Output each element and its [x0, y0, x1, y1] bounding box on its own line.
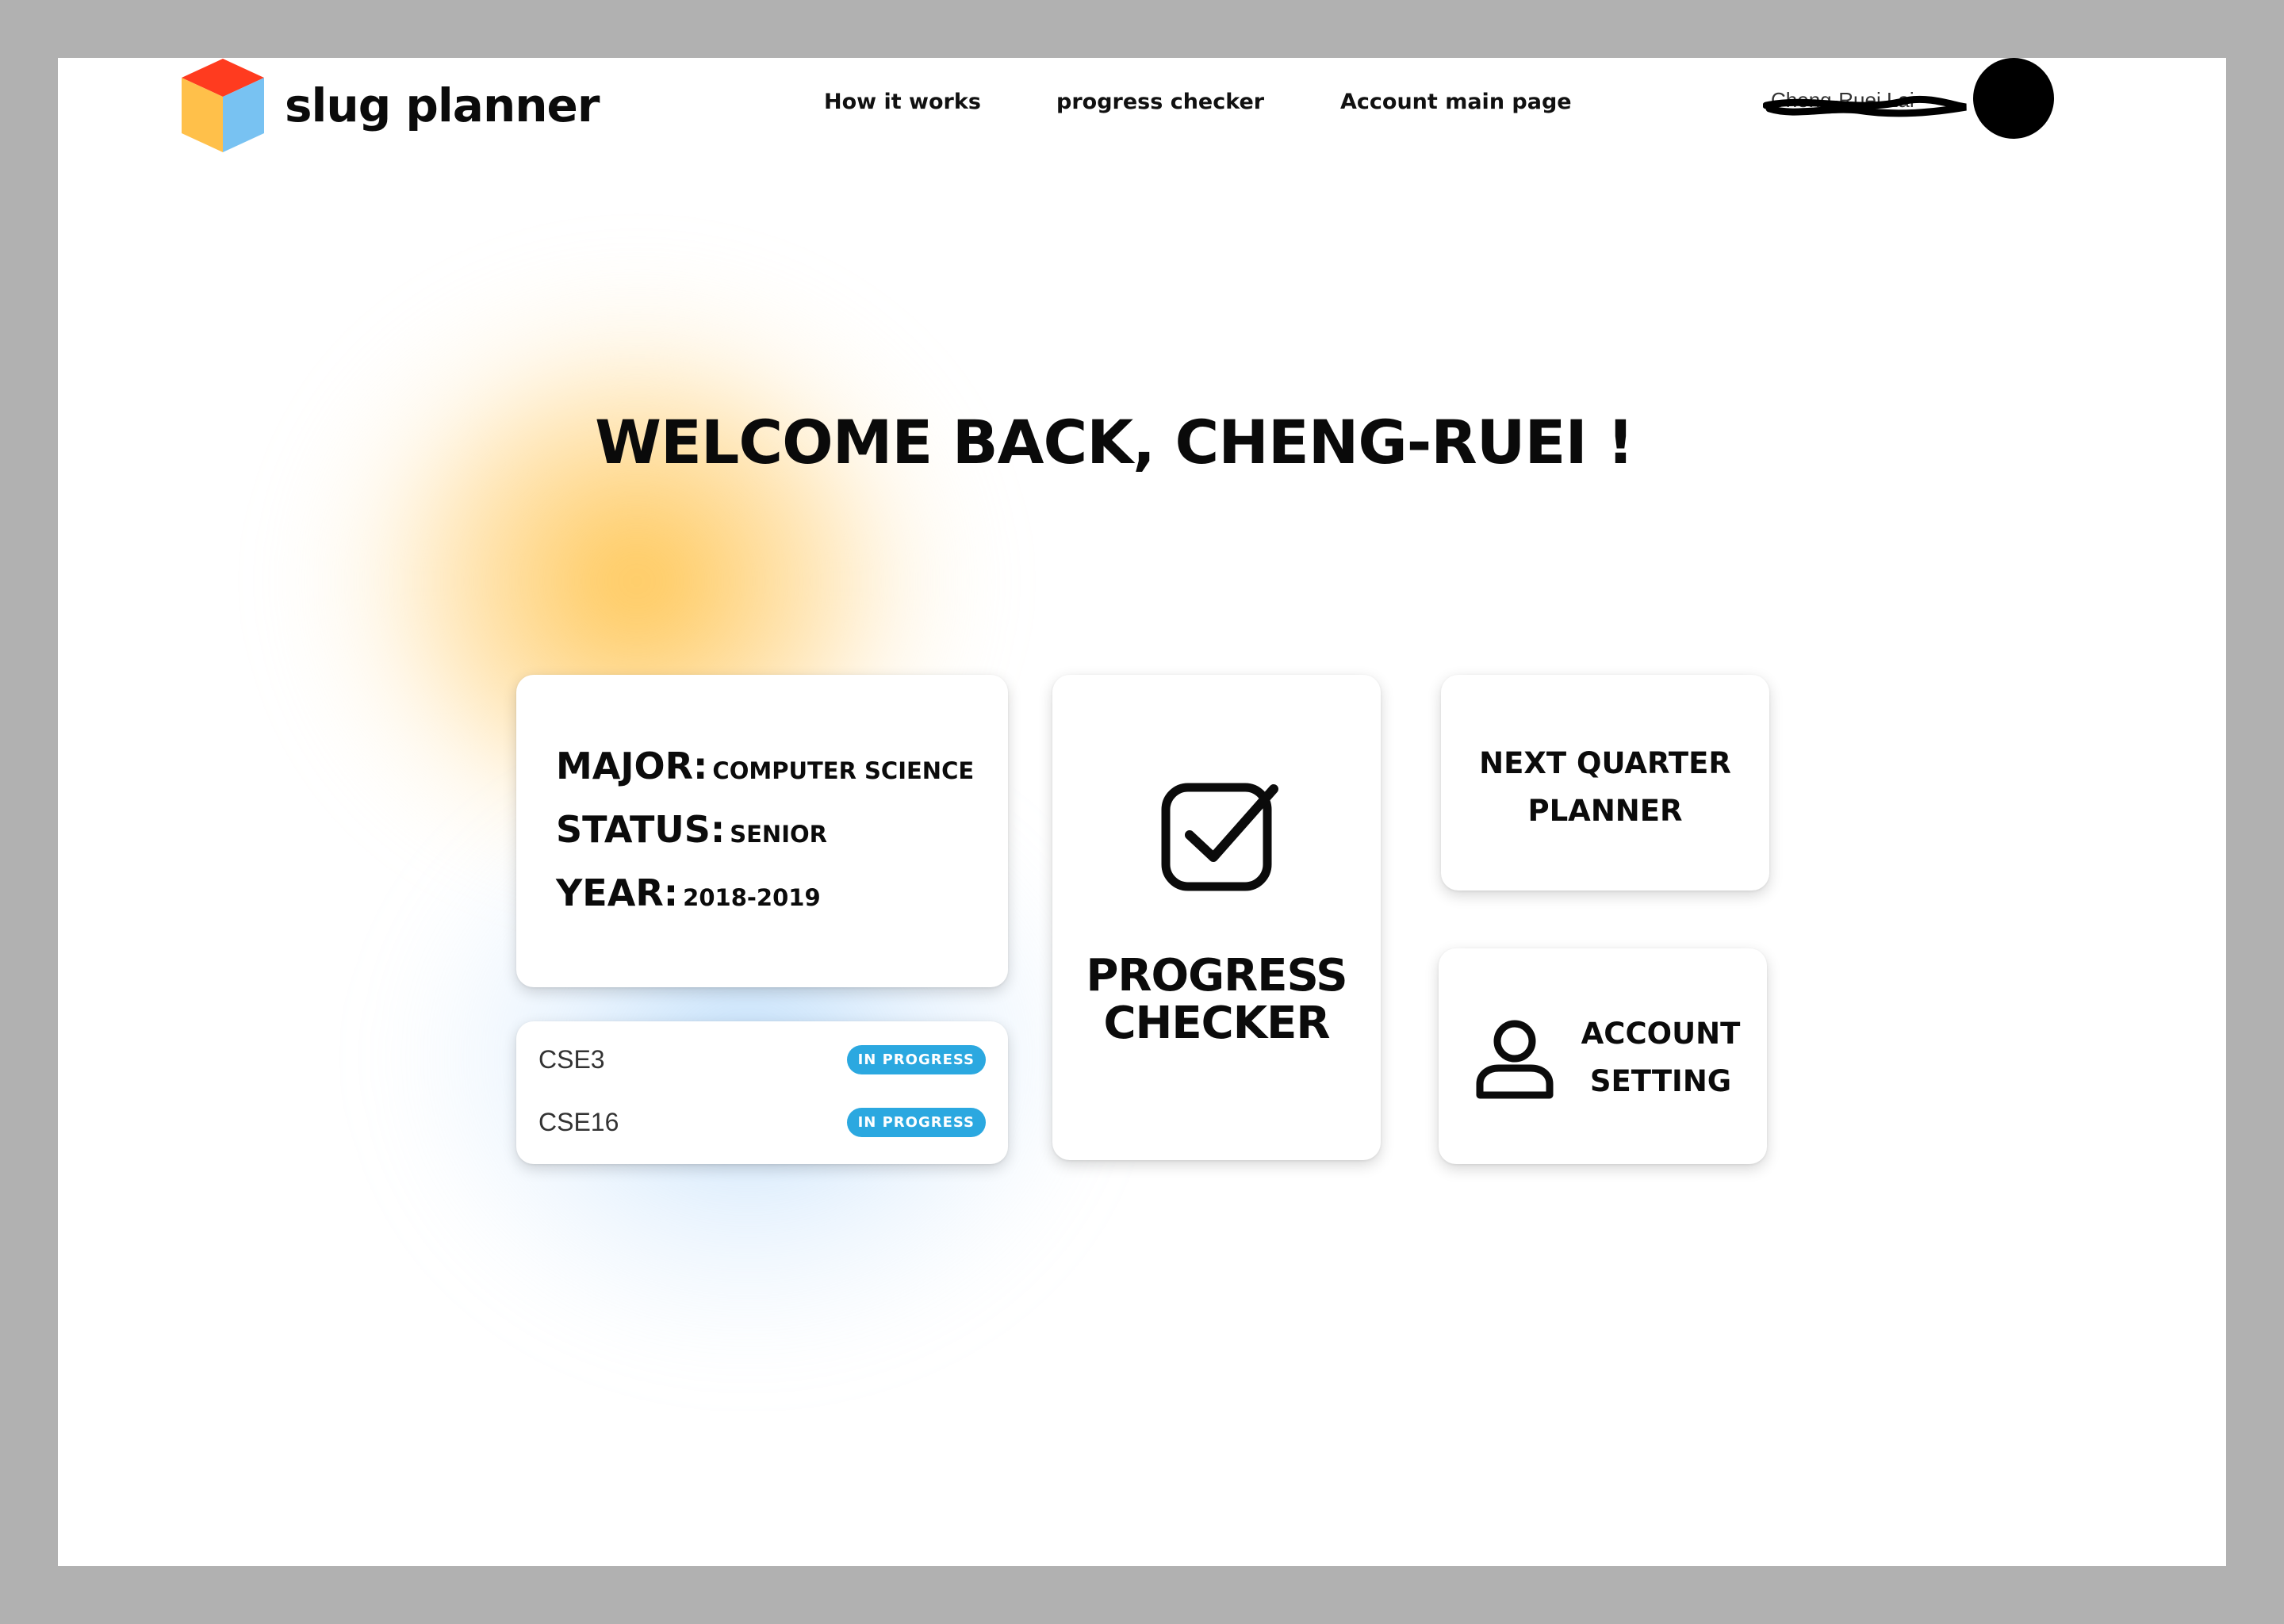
nav-how-it-works[interactable]: How it works: [824, 90, 981, 114]
avatar[interactable]: [1973, 58, 2054, 139]
major-value: COMPUTER SCIENCE: [712, 757, 975, 784]
course-name: CSE16: [538, 1107, 619, 1136]
list-item[interactable]: CSE3 IN PROGRESS: [538, 1044, 986, 1075]
status-label: STATUS:: [556, 808, 726, 851]
major-row: MAJOR: COMPUTER SCIENCE: [556, 745, 974, 787]
progress-label-line2: CHECKER: [1103, 998, 1330, 1049]
progress-checker-tile[interactable]: PROGRESS CHECKER: [1052, 675, 1381, 1160]
next-label-line1: NEXT QUARTER: [1479, 746, 1731, 780]
person-icon: [1476, 1020, 1554, 1099]
account-setting-tile[interactable]: ACCOUNT SETTING: [1439, 948, 1767, 1164]
checkbox-check-icon: [1161, 783, 1278, 891]
account-setting-label: ACCOUNT SETTING: [1573, 1010, 1748, 1105]
list-item[interactable]: CSE16 IN PROGRESS: [538, 1106, 986, 1138]
next-label-line2: PLANNER: [1527, 794, 1683, 828]
brand-name: slug planner: [285, 79, 600, 132]
year-value: 2018-2019: [683, 884, 821, 911]
welcome-heading-text: WELCOME BACK, CHENG-RUEI !: [595, 407, 1634, 477]
welcome-heading: WELCOME BACK, CHENG-RUEI !: [58, 407, 2226, 477]
account-label-line1: ACCOUNT: [1581, 1017, 1741, 1051]
major-label: MAJOR:: [556, 745, 708, 787]
year-row: YEAR: 2018-2019: [556, 871, 821, 914]
course-name: CSE3: [538, 1044, 605, 1074]
year-label: YEAR:: [556, 871, 679, 914]
brand-logo[interactable]: slug planner: [178, 58, 600, 153]
cube-logo-icon: [182, 59, 264, 152]
status-row: STATUS: SENIOR: [556, 808, 827, 851]
status-badge: IN PROGRESS: [846, 1107, 986, 1137]
courses-card: CSE3 IN PROGRESS CSE16 IN PROGRESS: [516, 1021, 1008, 1164]
nav-progress-checker[interactable]: progress checker: [1056, 90, 1264, 114]
redaction-scribble: [1763, 95, 1967, 117]
next-quarter-planner-tile[interactable]: NEXT QUARTER PLANNER: [1441, 675, 1769, 891]
progress-checker-label: PROGRESS CHECKER: [1052, 952, 1381, 1048]
status-value: SENIOR: [730, 821, 827, 848]
account-label-line2: SETTING: [1589, 1064, 1732, 1098]
progress-label-line1: PROGRESS: [1086, 950, 1347, 1002]
profile-card: MAJOR: COMPUTER SCIENCE STATUS: SENIOR YEA…: [516, 675, 1008, 987]
status-badge: IN PROGRESS: [846, 1044, 986, 1074]
next-quarter-label: NEXT QUARTER PLANNER: [1441, 740, 1769, 835]
app-page: slug planner How it works progress check…: [58, 58, 2226, 1566]
nav-account-main-page[interactable]: Account main page: [1340, 90, 1572, 114]
